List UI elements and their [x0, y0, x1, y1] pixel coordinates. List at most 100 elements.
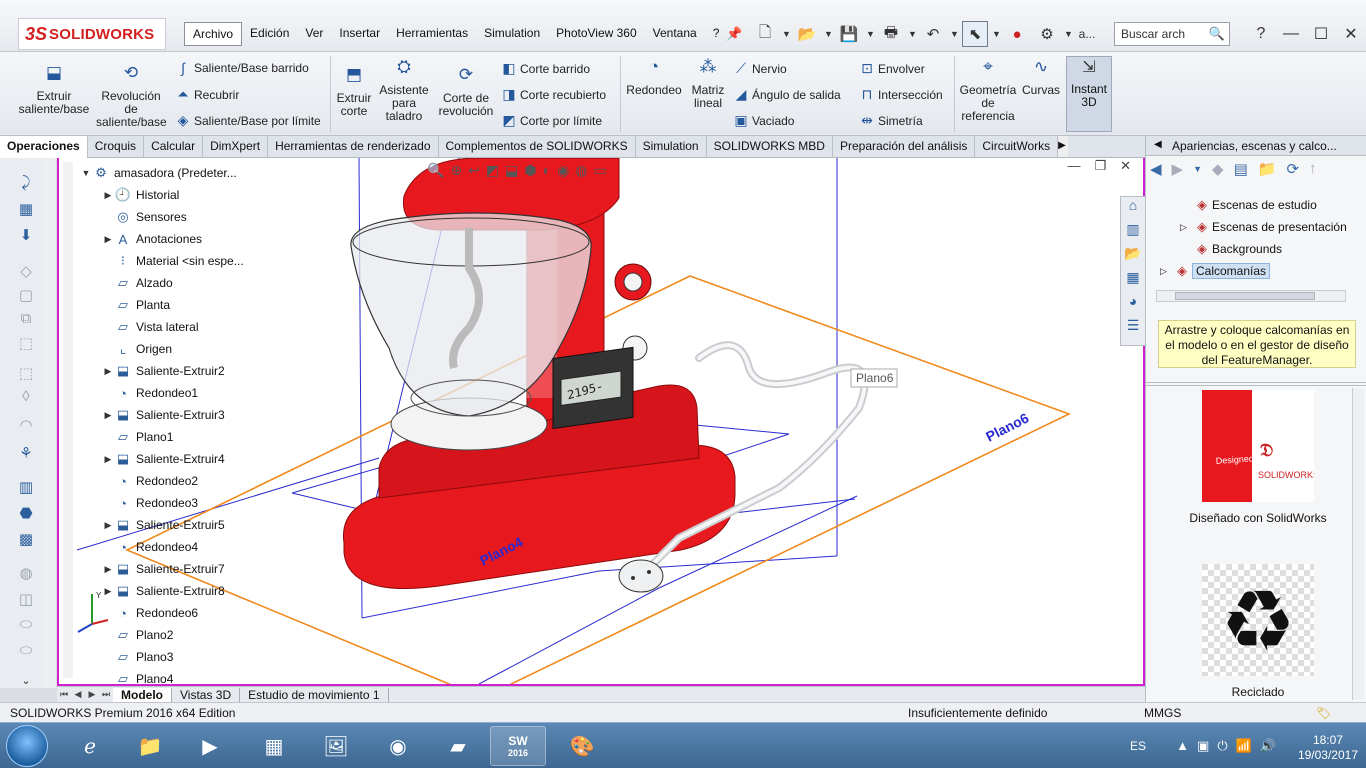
tool-icon[interactable]: ⬚	[14, 334, 38, 356]
tool-icon[interactable]: ⬭	[14, 642, 38, 664]
tree-item[interactable]: ▶ ⬓ Saliente-Extruir8	[102, 580, 225, 602]
tool-icon[interactable]: ⬚	[14, 364, 38, 386]
tool-icon[interactable]: ⧉	[14, 310, 38, 332]
chevron-down-icon[interactable]: ⌄	[14, 674, 38, 696]
decal-designed-with-solidworks[interactable]: Designed with SOLIDWORKS 𝔇 Diseñado con …	[1170, 390, 1346, 525]
chevron-down-icon[interactable]: ▼	[908, 29, 917, 39]
tab-mbd[interactable]: SOLIDWORKS MBD	[707, 136, 833, 158]
add-folder-icon[interactable]: 📁	[1258, 160, 1277, 178]
appearance-folder-item[interactable]: ◈ Escenas de estudio	[1180, 194, 1317, 216]
power-icon[interactable]: ⏻	[1217, 738, 1227, 754]
extrude-cut-button[interactable]: ⬒ Extruir corte	[334, 66, 374, 118]
design-library-icon[interactable]: ▥	[1121, 221, 1145, 245]
loft-button[interactable]: ⏶ Recubrir	[172, 86, 239, 103]
document-app-icon[interactable]: ▰	[430, 726, 486, 766]
appearance-icon[interactable]: ◉	[557, 162, 569, 179]
internet-explorer-icon[interactable]: ℯ	[62, 726, 118, 766]
tree-item[interactable]: ⌞ Origen	[102, 338, 172, 360]
network-icon[interactable]: 📶	[1236, 738, 1252, 754]
solidworks-taskbar-icon[interactable]: SW 2016	[490, 726, 546, 766]
pin-icon[interactable]: 📌	[726, 26, 742, 41]
hide-show-icon[interactable]: ◐	[543, 162, 551, 179]
instant3d-toggle[interactable]: ⇲ Instant 3D	[1066, 56, 1112, 132]
task-pane-vscrollbar[interactable]	[1352, 388, 1364, 700]
swept-boss-button[interactable]: ∫ Saliente/Base barrido	[172, 60, 309, 76]
tool-icon[interactable]: ▢	[14, 286, 38, 308]
hole-wizard-button[interactable]: ⛭ Asistente para taladro	[378, 58, 430, 123]
tree-item[interactable]: ▱ Plano3	[102, 646, 173, 668]
tab-croquis[interactable]: Croquis	[88, 136, 145, 158]
menu-help[interactable]: ?	[705, 22, 728, 46]
tree-item[interactable]: ▱ Plano2	[102, 624, 173, 646]
boundary-cut-button[interactable]: ◩ Corte por límite	[498, 112, 602, 129]
tab-motion-study[interactable]: Estudio de movimiento 1	[240, 687, 389, 702]
tool-icon[interactable]: ◫	[14, 590, 38, 612]
volume-icon[interactable]: 🔊	[1260, 738, 1276, 754]
plane6-label[interactable]: Plano6	[983, 409, 1031, 444]
view-palette-icon[interactable]: ▦	[1121, 269, 1145, 293]
display-style-icon[interactable]: ⬢	[524, 162, 536, 179]
menu-archivo[interactable]: Archivo	[184, 22, 243, 46]
tree-item[interactable]: ▶ ⬓ Saliente-Extruir7	[102, 558, 225, 580]
task-pane-hscrollbar[interactable]	[1156, 290, 1346, 302]
tag-icon[interactable]: 🏷	[1316, 706, 1331, 720]
tray-arrow-icon[interactable]: ▲	[1176, 738, 1189, 754]
library-icon[interactable]: ▤	[1234, 160, 1248, 178]
search-icon[interactable]: 🔍	[1209, 26, 1225, 42]
mirror-button[interactable]: ⇹ Simetría	[856, 112, 923, 129]
open-folder-icon[interactable]: 📂	[794, 21, 820, 47]
tree-item[interactable]: ▶ A Anotaciones	[102, 228, 203, 250]
chevron-down-icon[interactable]: ▼	[950, 29, 959, 39]
refresh-icon[interactable]: ⟳	[1286, 160, 1299, 178]
linear-pattern-button[interactable]: ⁂ Matriz lineal	[688, 58, 728, 110]
appearance-folder-item[interactable]: ▷ ◈ Calcomanías	[1160, 260, 1271, 282]
tab-dimxpert[interactable]: DimXpert	[203, 136, 269, 158]
appearance-folder-item[interactable]: ◈ Backgrounds	[1180, 238, 1282, 260]
chevron-down-icon[interactable]: ▼	[824, 29, 833, 39]
language-indicator[interactable]: ES	[1130, 739, 1146, 753]
expand-arrow-icon[interactable]: ▶	[102, 234, 114, 245]
status-units[interactable]: MMGS	[1144, 706, 1181, 720]
revolve-boss-button[interactable]: ⟲ Revolución de saliente/base	[96, 64, 167, 129]
forward-icon[interactable]: ▶	[1172, 160, 1184, 178]
menu-insertar[interactable]: Insertar	[331, 22, 388, 46]
chevron-down-icon[interactable]: ▼	[782, 29, 791, 39]
file-explorer-icon[interactable]: 📁	[122, 726, 178, 766]
zoom-area-icon[interactable]: ⊕	[450, 162, 462, 179]
tab-addins[interactable]: Complementos de SOLIDWORKS	[439, 136, 636, 158]
tree-item[interactable]: ▶ 🕘 Historial	[102, 184, 180, 206]
shell-button[interactable]: ▣ Vaciado	[730, 112, 794, 129]
tree-item[interactable]: ▱ Planta	[102, 294, 170, 316]
chevron-down-icon[interactable]: ▼	[992, 29, 1001, 39]
help-question-icon[interactable]: ?	[1246, 25, 1276, 43]
tree-item[interactable]: ◎ Sensores	[102, 206, 186, 228]
tool-icon[interactable]: ⤸	[14, 174, 38, 196]
tool-icon[interactable]: ◇	[14, 262, 38, 284]
tree-item[interactable]: ▶ ⬓ Saliente-Extruir5	[102, 514, 225, 536]
last-tab-arrow[interactable]: ⏭	[99, 689, 113, 700]
tab-analysis-prep[interactable]: Preparación del análisis	[833, 136, 976, 158]
expand-arrow-icon[interactable]: ▶	[102, 564, 114, 575]
intersect-button[interactable]: ⊓ Intersección	[856, 86, 943, 103]
wrap-button[interactable]: ⊡ Envolver	[856, 60, 925, 77]
tree-item[interactable]: ◔ Redondeo4	[102, 536, 198, 558]
rib-button[interactable]: ⟋ Nervio	[730, 60, 787, 77]
rebuild-traffic-light-icon[interactable]: ●	[1004, 21, 1030, 47]
previous-view-icon[interactable]: ↩	[468, 162, 480, 179]
tree-item[interactable]: ▱ Vista lateral	[102, 316, 198, 338]
file-explorer-icon[interactable]: 📂	[1121, 245, 1145, 269]
menu-photoview[interactable]: PhotoView 360	[548, 22, 645, 46]
tree-root[interactable]: ▼ ⚙ amasadora (Predeter...	[80, 162, 237, 184]
tool-icon[interactable]: ▩	[14, 530, 38, 552]
next-tab-arrow[interactable]: ▶	[85, 689, 99, 700]
expand-arrow-icon[interactable]: ▶	[102, 454, 114, 465]
expand-arrow-icon[interactable]: ▶	[102, 190, 114, 201]
lofted-cut-button[interactable]: ◨ Corte recubierto	[498, 86, 606, 103]
expand-arrow-icon[interactable]: ▶	[102, 520, 114, 531]
tab-modelo[interactable]: Modelo	[113, 687, 172, 702]
tool-icon[interactable]: ◊	[14, 388, 38, 410]
scene-icon[interactable]: ◍	[575, 162, 587, 179]
tabs-overflow-arrow[interactable]: ▶	[1058, 136, 1069, 157]
tree-item[interactable]: ▶ ⬓ Saliente-Extruir2	[102, 360, 225, 382]
draft-button[interactable]: ◢ Ángulo de salida	[730, 86, 841, 103]
